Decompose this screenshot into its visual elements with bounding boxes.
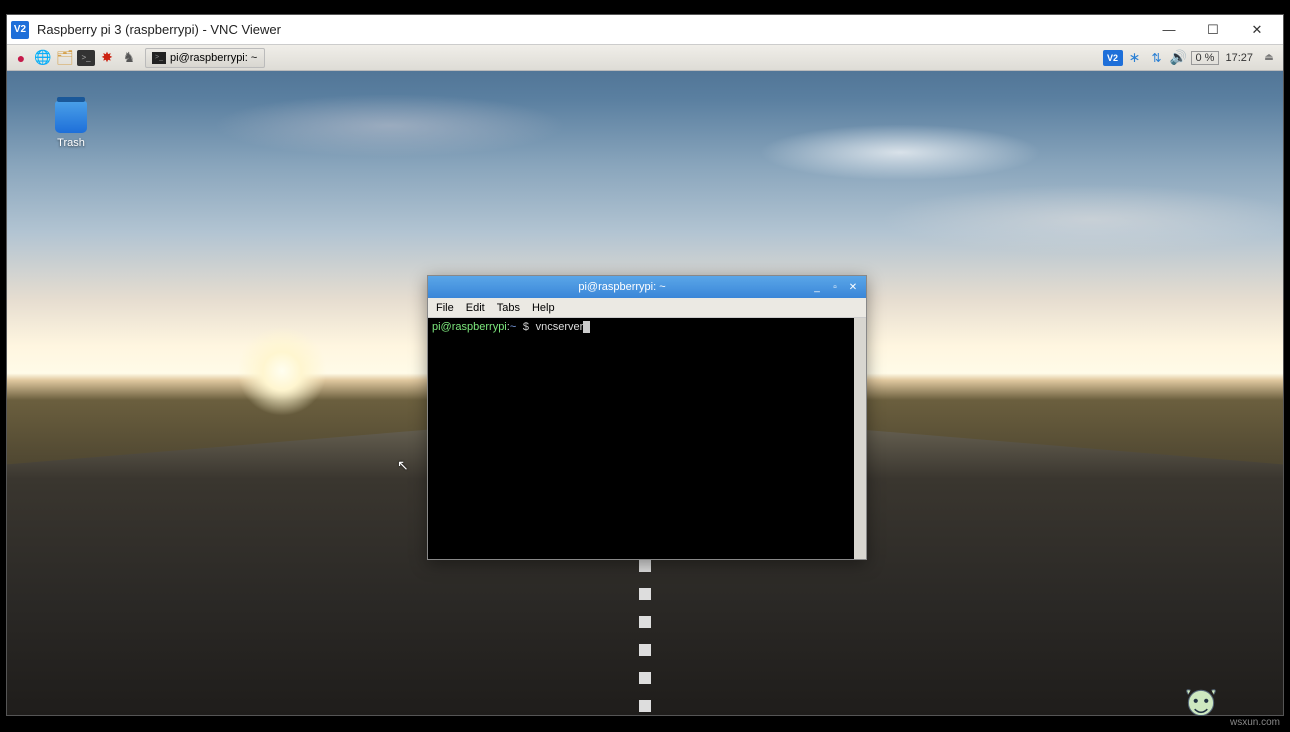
browser-icon[interactable]: 🌐 — [33, 48, 53, 68]
terminal-menu-file[interactable]: File — [436, 302, 454, 314]
wallpaper-sun — [237, 326, 327, 416]
terminal-maximize-button[interactable]: ▫ — [828, 280, 842, 294]
lxde-panel: ● 🌐 🗂 >_ ✸ ♞ >_ pi@raspberrypi: ~ V2 ∗ ⇅… — [7, 45, 1283, 71]
vnc-tray-icon[interactable]: V2 — [1103, 50, 1123, 66]
remote-desktop[interactable]: ● 🌐 🗂 >_ ✸ ♞ >_ pi@raspberrypi: ~ V2 ∗ ⇅… — [7, 45, 1283, 715]
prompt-path: ~ — [510, 321, 516, 333]
watermark-text: wsxun.com — [1230, 717, 1280, 728]
prompt-user: pi@raspberrypi — [432, 321, 507, 333]
tool2-icon[interactable]: ♞ — [119, 48, 139, 68]
menu-icon[interactable]: ● — [11, 48, 31, 68]
mascot-icon — [1180, 684, 1222, 726]
terminal-menubar: File Edit Tabs Help — [428, 298, 866, 318]
terminal-window[interactable]: pi@raspberrypi: ~ _ ▫ ✕ File Edit Tabs H… — [427, 275, 867, 560]
taskbar-label: pi@raspberrypi: ~ — [170, 52, 257, 64]
tool1-icon[interactable]: ✸ — [97, 48, 117, 68]
terminal-cursor — [583, 321, 590, 333]
panel-right-tray: V2 ∗ ⇅ 🔊 0 % 17:27 ⏏ — [1103, 48, 1280, 68]
outer-minimize-button[interactable]: — — [1147, 16, 1191, 44]
terminal-menu-edit[interactable]: Edit — [466, 302, 485, 314]
cpu-percent[interactable]: 0 % — [1191, 51, 1220, 65]
terminal-body[interactable]: pi@raspberrypi:~ $ vncserver — [428, 318, 866, 559]
eject-icon[interactable]: ⏏ — [1259, 48, 1279, 68]
terminal-title-text: pi@raspberrypi: ~ — [434, 281, 810, 293]
trash-icon — [55, 101, 87, 133]
trash-label: Trash — [55, 137, 87, 149]
prompt-symbol: $ — [523, 321, 529, 333]
outer-window-controls: — ☐ ✕ — [1147, 16, 1279, 44]
outer-window-title: Raspberry pi 3 (raspberrypi) - VNC Viewe… — [37, 22, 1147, 37]
vnc-viewer-window: V2 Raspberry pi 3 (raspberrypi) - VNC Vi… — [6, 14, 1284, 716]
terminal-scrollbar[interactable] — [854, 318, 866, 559]
terminal-command: vncserver — [536, 321, 584, 333]
volume-icon[interactable]: 🔊 — [1169, 48, 1189, 68]
terminal-minimize-button[interactable]: _ — [810, 280, 824, 294]
terminal-menu-help[interactable]: Help — [532, 302, 555, 314]
desktop-trash-icon[interactable]: Trash — [55, 101, 87, 149]
taskbar-terminal-icon: >_ — [152, 52, 166, 64]
taskbar-button-terminal[interactable]: >_ pi@raspberrypi: ~ — [145, 48, 265, 68]
outer-titlebar[interactable]: V2 Raspberry pi 3 (raspberrypi) - VNC Vi… — [7, 15, 1283, 45]
bluetooth-icon[interactable]: ∗ — [1125, 48, 1145, 68]
clock[interactable]: 17:27 — [1221, 52, 1257, 64]
terminal-window-controls: _ ▫ ✕ — [810, 280, 860, 294]
outer-close-button[interactable]: ✕ — [1235, 16, 1279, 44]
network-icon[interactable]: ⇅ — [1147, 48, 1167, 68]
outer-maximize-button[interactable]: ☐ — [1191, 16, 1235, 44]
terminal-launcher-icon[interactable]: >_ — [77, 50, 95, 66]
file-manager-icon[interactable]: 🗂 — [55, 48, 75, 68]
terminal-close-button[interactable]: ✕ — [846, 280, 860, 294]
vnc-app-icon: V2 — [11, 21, 29, 39]
panel-left: ● 🌐 🗂 >_ ✸ ♞ >_ pi@raspberrypi: ~ — [11, 48, 1103, 68]
terminal-menu-tabs[interactable]: Tabs — [497, 302, 520, 314]
terminal-titlebar[interactable]: pi@raspberrypi: ~ _ ▫ ✕ — [428, 276, 866, 298]
